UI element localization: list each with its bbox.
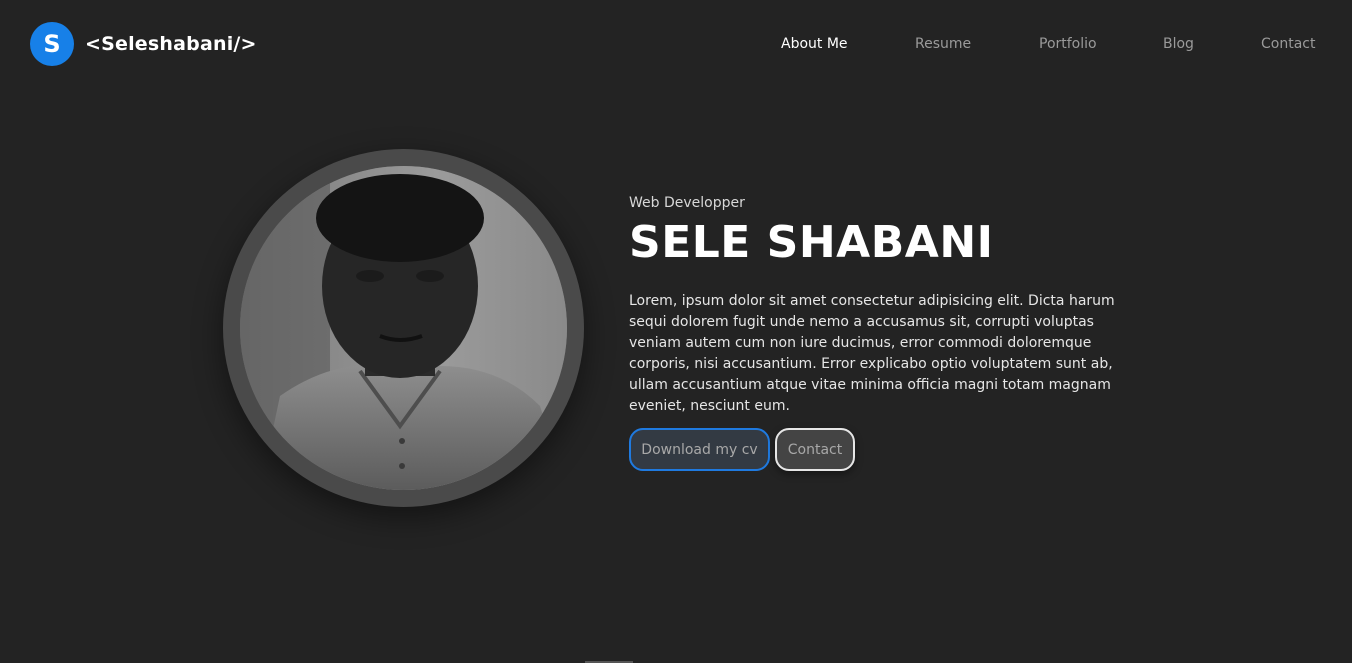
contact-button[interactable]: Contact	[775, 428, 855, 471]
nav-item-portfolio[interactable]: Portfolio	[1039, 36, 1097, 52]
bio-paragraph: Lorem, ipsum dolor sit amet consectetur …	[629, 293, 1115, 414]
nav-item-contact[interactable]: Contact	[1261, 36, 1315, 52]
avatar-frame	[223, 149, 584, 507]
job-title: Web Developper	[629, 195, 745, 211]
main-nav: About Me Resume Portfolio Blog Contact	[0, 36, 1352, 56]
avatar	[240, 166, 567, 490]
nav-item-blog[interactable]: Blog	[1163, 36, 1194, 52]
nav-item-resume[interactable]: Resume	[915, 36, 971, 52]
nav-item-about-me[interactable]: About Me	[781, 36, 848, 52]
person-name: SELE SHABANI	[629, 217, 994, 268]
portrait-photo	[240, 166, 567, 490]
page: S <Seleshabani/> About Me Resume Portfol…	[0, 0, 1352, 663]
download-cv-button[interactable]: Download my cv	[629, 428, 770, 471]
